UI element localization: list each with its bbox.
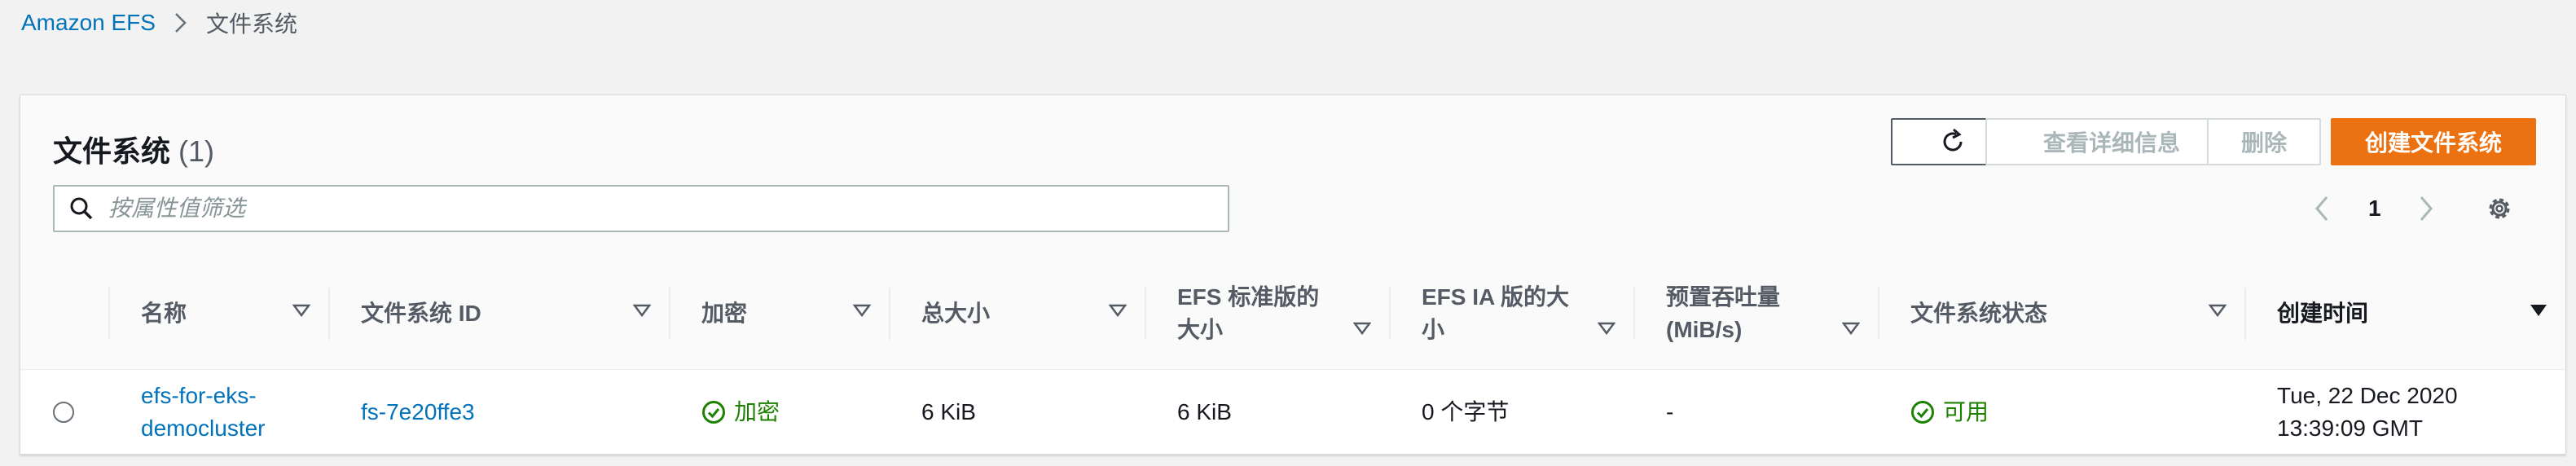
column-header-label: 创建时间 [2277, 301, 2369, 326]
panel-title-text: 文件系统 [53, 134, 171, 168]
file-systems-panel: 文件系统(1) 查看详细信息 删除 创建文件系统 1 [20, 95, 2566, 455]
column-header-label: 总大小 [921, 301, 991, 326]
column-header-ia-size[interactable]: EFS IA 版的大小 [1389, 258, 1633, 369]
cell-state: 可用 [1910, 371, 1989, 454]
sort-icon [1842, 322, 1860, 335]
current-page-number[interactable]: 1 [2368, 188, 2381, 229]
column-header-throughput[interactable]: 预置吞吐量 (MiB/s) [1633, 258, 1878, 369]
column-header-name[interactable]: 名称 [108, 258, 328, 369]
cell-fs-id: fs-7e20ffe3 [361, 371, 475, 454]
sort-desc-icon [2530, 305, 2547, 316]
breadcrumb-amazon-efs[interactable]: Amazon EFS [21, 10, 156, 36]
encryption-label: 加密 [734, 399, 780, 424]
sort-icon [633, 304, 651, 317]
gear-icon[interactable] [2486, 188, 2513, 229]
file-system-name-link[interactable]: efs-for-eks-democluster [141, 380, 266, 445]
created-line: Tue, 22 Dec 2020 [2277, 383, 2458, 408]
cell-ia-size: 0 个字节 [1422, 399, 1510, 424]
name-line: efs-for-eks- [141, 383, 257, 408]
chevron-left-icon[interactable] [2313, 188, 2331, 229]
row-select-radio[interactable] [53, 371, 74, 454]
label-line: 大小 [1177, 317, 1224, 342]
breadcrumb: Amazon EFS 文件系统 [21, 7, 297, 39]
column-header-label: 文件系统 ID [361, 301, 481, 326]
column-header-label: 预置吞吐量 (MiB/s) [1666, 281, 1780, 346]
column-header-fs-id[interactable]: 文件系统 ID [328, 258, 669, 369]
cell-total-size: 6 KiB [921, 399, 976, 424]
label-line: EFS IA 版的大 [1422, 284, 1569, 310]
file-system-id-link[interactable]: fs-7e20ffe3 [361, 396, 475, 429]
delete-button[interactable]: 删除 [2207, 118, 2321, 165]
column-header-standard-size[interactable]: EFS 标准版的 大小 [1145, 258, 1389, 369]
label-line: EFS 标准版的 [1177, 284, 1320, 310]
column-header-label: 加密 [701, 301, 748, 326]
column-header-state[interactable]: 文件系统状态 [1878, 258, 2244, 369]
cell-created: Tue, 22 Dec 2020 13:39:09 GMT [2277, 371, 2458, 454]
cell-standard-size: 6 KiB [1177, 399, 1232, 424]
chevron-right-icon[interactable] [2417, 188, 2435, 229]
state-label: 可用 [1943, 399, 1989, 424]
sort-icon [292, 304, 310, 317]
column-header-encryption[interactable]: 加密 [669, 258, 889, 369]
column-header-created[interactable]: 创建时间 [2244, 258, 2565, 369]
filter-search-box[interactable] [53, 185, 1229, 232]
state-status: 可用 [1910, 396, 1989, 429]
label-line: 小 [1422, 317, 1445, 342]
column-header-label: 名称 [141, 301, 187, 326]
check-circle-icon [702, 401, 725, 424]
name-line: democluster [141, 415, 266, 441]
filter-input[interactable] [107, 195, 1169, 222]
label-line: (MiB/s) [1666, 317, 1743, 342]
cell-encryption: 加密 [701, 371, 780, 454]
sort-icon [1109, 304, 1127, 317]
table-row[interactable]: efs-for-eks-democluster fs-7e20ffe3 加密 6… [20, 371, 2565, 454]
cell-name: efs-for-eks-democluster [141, 371, 266, 454]
sort-icon [1353, 322, 1371, 335]
cell-throughput: - [1666, 399, 1674, 424]
table-header: 名称 文件系统 ID 加密 总大小 EFS 标准版的 大小 EFS IA 版的大小 [20, 258, 2565, 370]
chevron-right-icon [174, 12, 188, 33]
encryption-status: 加密 [701, 396, 780, 429]
sort-icon [1598, 322, 1615, 335]
panel-header: 文件系统(1) 查看详细信息 删除 创建文件系统 1 [20, 95, 2565, 259]
create-file-system-button[interactable]: 创建文件系统 [2331, 118, 2536, 165]
radio-button[interactable] [53, 402, 74, 423]
view-details-button[interactable]: 查看详细信息 [1985, 118, 2238, 165]
created-line: 13:39:09 GMT [2277, 415, 2423, 441]
panel-title: 文件系统 (1) [53, 128, 214, 170]
sort-icon [853, 304, 871, 317]
check-circle-icon [1911, 401, 1934, 424]
file-system-count: (1) [178, 134, 215, 168]
column-header-label: EFS 标准版的 大小 [1177, 281, 1319, 346]
column-header-total-size[interactable]: 总大小 [889, 258, 1145, 369]
search-icon [69, 196, 95, 222]
column-header-label: 文件系统状态 [1910, 301, 2048, 326]
created-time: Tue, 22 Dec 2020 13:39:09 GMT [2277, 380, 2458, 445]
breadcrumb-current: 文件系统 [205, 11, 297, 37]
refresh-icon [1943, 128, 1963, 152]
label-line: 预置吞吐量 [1666, 284, 1781, 310]
column-header-label: EFS IA 版的大小 [1422, 281, 1569, 346]
sort-icon [2209, 304, 2227, 317]
